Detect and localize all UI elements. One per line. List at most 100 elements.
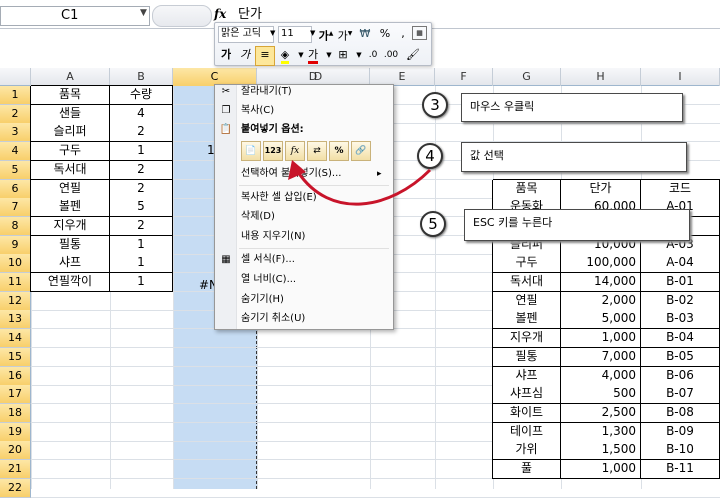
- select-all-corner[interactable]: [0, 68, 31, 86]
- currency-format-icon[interactable]: ₩: [357, 26, 373, 42]
- column-header-h[interactable]: H: [561, 68, 641, 86]
- row-header-21[interactable]: 21: [0, 460, 31, 479]
- bold-button[interactable]: 가: [218, 47, 234, 63]
- table-row-cell[interactable]: 7,000: [561, 348, 641, 367]
- column-header-f[interactable]: F: [435, 68, 493, 86]
- right-table-header-0[interactable]: 품목: [493, 180, 561, 199]
- table-row-cell[interactable]: B-01: [641, 273, 720, 292]
- table-row-cell[interactable]: 4,000: [561, 367, 641, 386]
- table-row-cell[interactable]: 필통: [493, 348, 561, 367]
- table-row-cell[interactable]: 독서대: [493, 273, 561, 292]
- menu-item-column-width[interactable]: 열 너비(C)...: [241, 273, 296, 287]
- cell-b10[interactable]: 1: [110, 254, 173, 273]
- table-row-cell[interactable]: B-02: [641, 292, 720, 311]
- table-row-cell[interactable]: 가위: [493, 441, 561, 460]
- row-header-12[interactable]: 12: [0, 292, 31, 311]
- row-header-7[interactable]: 7: [0, 198, 31, 217]
- font-size-box[interactable]: 11: [278, 26, 312, 43]
- row-header-9[interactable]: 9: [0, 236, 31, 255]
- formula-bar-splitter[interactable]: [152, 5, 212, 27]
- menu-item-hide[interactable]: 숨기기(H): [241, 293, 284, 307]
- cell-a6[interactable]: 연필: [31, 180, 110, 199]
- table-row-cell[interactable]: 1,000: [561, 460, 641, 479]
- table-row-cell[interactable]: 구두: [493, 254, 561, 273]
- column-header-b[interactable]: B: [110, 68, 173, 86]
- row-header-1[interactable]: 1: [0, 86, 31, 105]
- chevron-down-icon[interactable]: ▼: [310, 26, 315, 40]
- column-header-i[interactable]: I: [641, 68, 720, 86]
- menu-item-format-cells[interactable]: 셀 서식(F)...: [241, 253, 295, 267]
- cell-b5[interactable]: 2: [110, 161, 173, 180]
- table-row-cell[interactable]: 풀: [493, 460, 561, 479]
- cell-a11[interactable]: 연필깍이: [31, 273, 110, 292]
- cell-b2[interactable]: 4: [110, 105, 173, 124]
- table-row-cell[interactable]: 2,000: [561, 292, 641, 311]
- table-row-cell[interactable]: B-03: [641, 310, 720, 329]
- row-header-6[interactable]: 6: [0, 180, 31, 199]
- cell-b1[interactable]: 수량: [110, 86, 173, 105]
- row-header-20[interactable]: 20: [0, 441, 31, 460]
- table-row-cell[interactable]: B-05: [641, 348, 720, 367]
- table-row-cell[interactable]: 2,500: [561, 404, 641, 423]
- table-row-cell[interactable]: B-04: [641, 329, 720, 348]
- insert-function-icon[interactable]: fx: [214, 7, 226, 21]
- table-row-cell[interactable]: 500: [561, 385, 641, 404]
- table-row-cell[interactable]: 1,000: [561, 329, 641, 348]
- table-row-cell[interactable]: 5,000: [561, 310, 641, 329]
- right-table-header-2[interactable]: 코드: [641, 180, 720, 199]
- menu-item-clear-contents[interactable]: 내용 지우기(N): [241, 230, 305, 244]
- cell-b6[interactable]: 2: [110, 180, 173, 199]
- italic-button[interactable]: 가: [237, 47, 253, 63]
- table-row-cell[interactable]: 100,000: [561, 254, 641, 273]
- format-painter-icon[interactable]: 🖌: [405, 47, 421, 63]
- table-row-cell[interactable]: B-08: [641, 404, 720, 423]
- percent-icon[interactable]: %: [377, 26, 393, 42]
- row-header-15[interactable]: 15: [0, 348, 31, 367]
- row-header-3[interactable]: 3: [0, 123, 31, 142]
- cell-b3[interactable]: 2: [110, 123, 173, 142]
- row-header-16[interactable]: 16: [0, 367, 31, 386]
- right-table-header-1[interactable]: 단가: [561, 180, 641, 199]
- row-header-4[interactable]: 4: [0, 142, 31, 161]
- cell-a5[interactable]: 독서대: [31, 161, 110, 180]
- table-row-cell[interactable]: 화이트: [493, 404, 561, 423]
- row-header-17[interactable]: 17: [0, 385, 31, 404]
- table-row-cell[interactable]: B-07: [641, 385, 720, 404]
- cell-a10[interactable]: 샤프: [31, 254, 110, 273]
- table-row-cell[interactable]: B-11: [641, 460, 720, 479]
- cell-b7[interactable]: 5: [110, 198, 173, 217]
- chevron-down-icon[interactable]: ▼: [140, 8, 147, 18]
- fill-color-icon[interactable]: ◈: [277, 47, 293, 64]
- font-color-icon[interactable]: 가: [305, 47, 321, 64]
- table-row-cell[interactable]: A-04: [641, 254, 720, 273]
- table-row-cell[interactable]: 테이프: [493, 423, 561, 442]
- name-box[interactable]: C1: [0, 6, 150, 26]
- cell-b8[interactable]: 2: [110, 217, 173, 236]
- decrease-decimal-icon[interactable]: .00: [383, 47, 399, 63]
- row-header-19[interactable]: 19: [0, 423, 31, 442]
- increase-decimal-icon[interactable]: .0: [365, 47, 381, 63]
- table-row-cell[interactable]: 1,300: [561, 423, 641, 442]
- row-header-8[interactable]: 8: [0, 217, 31, 236]
- table-row-cell[interactable]: 볼펜: [493, 310, 561, 329]
- chevron-down-icon[interactable]: ▼: [270, 26, 275, 40]
- table-row-cell[interactable]: B-06: [641, 367, 720, 386]
- cell-a9[interactable]: 필통: [31, 236, 110, 255]
- table-row-cell[interactable]: 연필: [493, 292, 561, 311]
- cell-a3[interactable]: 슬리퍼: [31, 123, 110, 142]
- table-row-cell[interactable]: 샤프: [493, 367, 561, 386]
- row-header-18[interactable]: 18: [0, 404, 31, 423]
- menu-item-unhide[interactable]: 숨기기 취소(U): [241, 312, 305, 326]
- table-row-cell[interactable]: 지우개: [493, 329, 561, 348]
- menu-item-cut[interactable]: 잘라내기(T): [241, 85, 292, 99]
- table-row-cell[interactable]: B-10: [641, 441, 720, 460]
- row-header-14[interactable]: 14: [0, 329, 31, 348]
- row-header-11[interactable]: 11: [0, 273, 31, 292]
- cell-a7[interactable]: 볼펜: [31, 198, 110, 217]
- table-row-cell[interactable]: 샤프심: [493, 385, 561, 404]
- table-row-cell[interactable]: B-09: [641, 423, 720, 442]
- comma-icon[interactable]: ,: [395, 26, 411, 42]
- row-header-13[interactable]: 13: [0, 310, 31, 329]
- align-center-icon[interactable]: ≡: [255, 46, 275, 66]
- table-row-cell[interactable]: 14,000: [561, 273, 641, 292]
